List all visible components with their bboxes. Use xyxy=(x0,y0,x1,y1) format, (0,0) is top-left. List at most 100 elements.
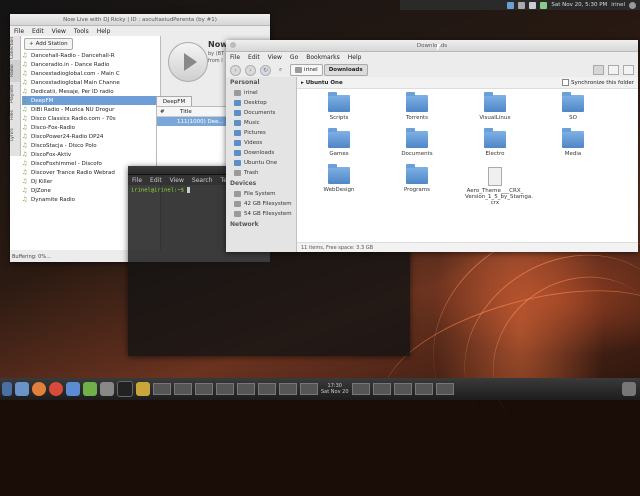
fm-menu-view[interactable]: View xyxy=(268,54,282,61)
file-item[interactable]: Torrents xyxy=(387,92,447,121)
station-item[interactable]: ♫ DiscoFox-Aktiv xyxy=(22,150,158,159)
terminal-menu-view[interactable]: View xyxy=(170,177,184,184)
power-icon[interactable] xyxy=(629,1,636,9)
breadcrumb-home[interactable]: irinel xyxy=(290,64,323,76)
station-item[interactable]: ♫ DeepFM xyxy=(22,96,158,105)
play-button[interactable] xyxy=(168,42,208,82)
window-thumb-music[interactable] xyxy=(300,383,318,395)
reload-icon[interactable]: ↻ xyxy=(260,64,271,76)
window-thumb-extra-3[interactable] xyxy=(393,383,412,395)
sidebar-item-file-system[interactable]: File System xyxy=(226,189,296,199)
sidebar-item-videos[interactable]: Videos xyxy=(226,138,296,148)
file-item[interactable]: Documents xyxy=(387,128,447,157)
player-titlebar[interactable]: Now Live with DJ Ricky | ID : ascultasiu… xyxy=(10,14,270,26)
station-item[interactable]: ♫ DiscoPower24-Radio DP24 xyxy=(22,132,158,141)
browser-icon[interactable] xyxy=(32,382,46,396)
sidebar-item-downloads[interactable]: Downloads xyxy=(226,148,296,158)
file-item[interactable]: Programs xyxy=(387,164,447,193)
sidebar-item-54-gb-filesystem[interactable]: 54 GB Filesystem xyxy=(226,209,296,219)
col-number[interactable]: # xyxy=(157,109,180,115)
sidebar-item-documents[interactable]: Documents xyxy=(226,108,296,118)
trash-icon[interactable] xyxy=(622,382,636,396)
window-thumb-browser[interactable] xyxy=(216,383,234,395)
tab-radio[interactable]: Radio xyxy=(10,60,20,82)
back-icon[interactable]: ‹ xyxy=(230,64,241,76)
user-name[interactable]: irinel xyxy=(611,2,625,8)
tab-collection[interactable]: Collection xyxy=(10,36,20,60)
menu-view[interactable]: View xyxy=(52,28,66,35)
volume-icon[interactable] xyxy=(529,1,537,9)
sidebar-item-ubuntu-one[interactable]: Ubuntu One xyxy=(226,158,296,168)
compact-view-button[interactable] xyxy=(623,65,634,75)
sidebar-item-pictures[interactable]: Pictures xyxy=(226,128,296,138)
window-thumb-extra-5[interactable] xyxy=(435,383,454,395)
fm-titlebar[interactable]: Downloads xyxy=(226,40,638,52)
file-item[interactable]: VisualLinux xyxy=(465,92,525,121)
station-item[interactable]: ♫ Disco Classics Radio.com - 70s xyxy=(22,114,158,123)
station-item[interactable]: ♫ Danceradio.in - Dance Radio xyxy=(22,60,158,69)
media-player-icon[interactable] xyxy=(136,382,150,396)
clock[interactable]: Sat Nov 20, 5:30 PM xyxy=(551,2,607,8)
mail-client-icon[interactable] xyxy=(66,382,80,396)
list-view-button[interactable] xyxy=(608,65,619,75)
station-item[interactable]: ♫ DiscoStacja - Disco Polo xyxy=(22,141,158,150)
terminal-menu-edit[interactable]: Edit xyxy=(150,177,162,184)
search-icon[interactable]: ⌕ xyxy=(275,65,286,76)
network-icon[interactable] xyxy=(507,1,515,9)
sidebar-item-irinel[interactable]: irinel xyxy=(226,88,296,98)
fm-menu-file[interactable]: File xyxy=(230,54,240,61)
chat-icon[interactable] xyxy=(83,382,97,396)
station-item[interactable]: ♫ Dedicatii, Mesaje, Per ID radio xyxy=(22,87,158,96)
terminal-menu-search[interactable]: Search xyxy=(192,177,213,184)
tab-playlists[interactable]: Playlists xyxy=(10,82,20,106)
file-item[interactable]: Electro xyxy=(465,128,525,157)
fm-menu-help[interactable]: Help xyxy=(348,54,362,61)
station-item[interactable]: ♫ Dancestadioglobal Main Channe xyxy=(22,78,158,87)
col-title[interactable]: Title xyxy=(180,109,192,115)
menu-tools[interactable]: Tools xyxy=(74,28,89,35)
sidebar-item-42-gb-filesystem[interactable]: 42 GB Filesystem xyxy=(226,199,296,209)
show-desktop-icon[interactable] xyxy=(2,382,12,396)
file-item[interactable]: SO xyxy=(543,92,603,121)
fm-menu-bookmarks[interactable]: Bookmarks xyxy=(306,54,340,61)
window-thumb-extra-4[interactable] xyxy=(414,383,433,395)
add-station-button[interactable]: + Add Station xyxy=(24,38,73,50)
tab-files[interactable]: Files xyxy=(10,106,20,124)
battery-icon[interactable] xyxy=(540,1,548,9)
sidebar-item-desktop[interactable]: Desktop xyxy=(226,98,296,108)
station-item[interactable]: ♫ Dancehall-Radio - Dancehall-R xyxy=(22,51,158,60)
window-thumb-chat[interactable] xyxy=(258,383,276,395)
chrome-icon[interactable] xyxy=(49,382,63,396)
window-thumb-settings[interactable] xyxy=(279,383,297,395)
settings-icon[interactable] xyxy=(100,382,114,396)
window-thumb-files[interactable] xyxy=(174,383,192,395)
tab-lyrics[interactable]: Lyrics xyxy=(10,124,20,146)
taskbar-clock[interactable]: 17:30 Sat Nov 20 xyxy=(321,383,349,395)
file-item[interactable]: Scripts xyxy=(309,92,369,121)
breadcrumb-downloads[interactable]: Downloads xyxy=(323,64,368,76)
icon-view-button[interactable] xyxy=(593,65,604,75)
terminal-icon[interactable] xyxy=(117,381,133,397)
station-item[interactable]: ♫ Dancestadioglobal.com - Main C xyxy=(22,69,158,78)
station-item[interactable]: ♫ Disco-Fox-Radio xyxy=(22,123,158,132)
file-item[interactable]: WebDesign xyxy=(309,164,369,193)
window-thumb-extra-2[interactable] xyxy=(372,383,391,395)
forward-icon[interactable]: › xyxy=(245,64,256,76)
sync-checkbox[interactable]: Synchronize this folder xyxy=(561,79,634,86)
terminal-menu-file[interactable]: File xyxy=(132,177,142,184)
menu-help[interactable]: Help xyxy=(97,28,111,35)
mail-icon[interactable] xyxy=(518,1,526,9)
file-item[interactable]: Games xyxy=(309,128,369,157)
window-thumb-editor[interactable] xyxy=(237,383,255,395)
window-thumb-terminal[interactable] xyxy=(195,383,213,395)
station-item[interactable]: ♫ DiBi Radio - Muzica NU Drogur xyxy=(22,105,158,114)
window-thumb-player[interactable] xyxy=(153,383,171,395)
sidebar-item-music[interactable]: Music xyxy=(226,118,296,128)
file-item[interactable]: Aero_Theme___CRX_ Version_1_5_by_Stamga.… xyxy=(465,167,533,206)
close-icon[interactable] xyxy=(230,42,236,48)
apps-icon[interactable] xyxy=(15,382,29,396)
menu-edit[interactable]: Edit xyxy=(32,28,44,35)
fm-menu-go[interactable]: Go xyxy=(290,54,298,61)
sidebar-item-trash[interactable]: Trash xyxy=(226,168,296,178)
file-item[interactable]: Media xyxy=(543,128,603,157)
